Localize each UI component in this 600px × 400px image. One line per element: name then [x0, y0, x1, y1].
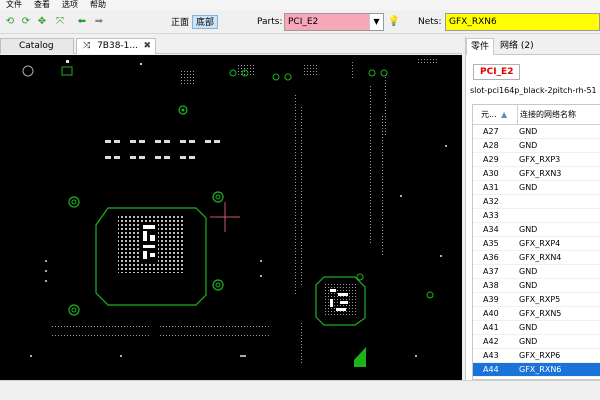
pin-cell: A44 — [483, 365, 499, 374]
parts-value: PCI_E2 — [288, 17, 319, 27]
pin-cell: A38 — [483, 281, 499, 290]
net-cell: GFX_RXN6 — [519, 365, 562, 374]
table-row[interactable]: A27 GND — [473, 125, 600, 139]
tab-catalog[interactable]: Catalog — [0, 38, 74, 54]
table-row[interactable]: A37 GND — [473, 265, 600, 279]
panel-tabs: 零件 网络 (2) — [466, 36, 600, 55]
net-cell: GFX_RXP3 — [519, 155, 561, 164]
net-cell: GFX_RXP5 — [519, 295, 561, 304]
front-button[interactable]: 正面 — [167, 15, 193, 29]
tab-board[interactable]: ⤨ 7B38-1... ✖ — [76, 38, 156, 54]
pin-cell: A36 — [483, 253, 499, 262]
close-icon[interactable]: ✖ — [143, 39, 151, 54]
bulb-icon[interactable]: 💡 — [388, 16, 400, 28]
pin-cell: A32 — [483, 197, 499, 206]
menu-file[interactable]: 文件 — [0, 0, 28, 10]
net-cell: GFX_RXN3 — [519, 169, 562, 178]
net-cell: GFX_RXN4 — [519, 253, 562, 262]
pcb-canvas[interactable] — [0, 55, 462, 380]
parts-label: Parts: — [257, 17, 283, 27]
table-row[interactable]: A35 GFX_RXP4 — [473, 237, 600, 251]
tab-catalog-label: Catalog — [19, 41, 54, 51]
pin-cell: A30 — [483, 169, 499, 178]
bottom-button[interactable]: 底部 — [192, 15, 219, 29]
pin-cell: A34 — [483, 225, 499, 234]
document-tabs: Catalog ⤨ 7B38-1... ✖ — [0, 36, 462, 54]
pin-cell: A41 — [483, 323, 499, 332]
table-row[interactable]: A41 GND — [473, 321, 600, 335]
pin-cell: A42 — [483, 337, 499, 346]
arrow-right-icon[interactable]: ➡ — [93, 16, 105, 28]
dropdown-icon[interactable]: ▼ — [369, 14, 383, 30]
pin-cell: A37 — [483, 267, 499, 276]
net-cell: GFX_RXP6 — [519, 351, 561, 360]
table-row[interactable]: A32 — [473, 195, 600, 209]
table-row[interactable]: A36 GFX_RXN4 — [473, 251, 600, 265]
net-cell: GND — [519, 281, 538, 290]
table-row[interactable]: A34 GND — [473, 223, 600, 237]
tab-parts[interactable]: 零件 — [466, 38, 495, 55]
net-cell: GND — [519, 183, 538, 192]
menu-view[interactable]: 查看 — [28, 0, 56, 10]
pin-cell: A29 — [483, 155, 499, 164]
refresh-left-icon[interactable]: ⟲ — [4, 16, 16, 28]
pin-cell: A27 — [483, 127, 499, 136]
net-cell: GND — [519, 323, 538, 332]
nets-value: GFX_RXN6 — [449, 17, 497, 27]
pins-table: 元... ▲ 连接的网络名称 A27 GND A28 GND A29 GFX_RXP3 A3… — [472, 104, 600, 380]
parts-panel: 零件 网络 (2) PCI_E2 slot-pci164p_black-2pit… — [465, 36, 600, 380]
zoom-fit-icon[interactable]: ⤧ — [54, 16, 66, 28]
table-row[interactable]: A31 GND — [473, 181, 600, 195]
sort-up-icon[interactable]: ▲ — [501, 105, 507, 125]
net-cell: GND — [519, 267, 538, 276]
status-bar — [0, 380, 600, 400]
pin-cell: A33 — [483, 211, 499, 220]
part-name-badge: PCI_E2 — [473, 64, 521, 80]
table-row[interactable]: A33 — [473, 209, 600, 223]
parts-combo[interactable]: PCI_E2 ▼ — [284, 13, 384, 31]
pin-cell: A39 — [483, 295, 499, 304]
arrow-left-icon[interactable]: ⬅ — [76, 16, 88, 28]
board-icon: ⤨ — [83, 41, 91, 51]
net-cell: GND — [519, 337, 538, 346]
table-row[interactable]: A40 GFX_RXN5 — [473, 307, 600, 321]
net-cell: GFX_RXN5 — [519, 309, 562, 318]
grid-icon[interactable]: ✥ — [36, 16, 48, 28]
refresh-right-icon[interactable]: ⟳ — [20, 16, 32, 28]
table-row[interactable]: A30 GFX_RXN3 — [473, 167, 600, 181]
tab-nets[interactable]: 网络 (2) — [496, 38, 538, 55]
col-pin-header[interactable]: 元... — [481, 105, 497, 125]
nets-label: Nets: — [418, 17, 442, 27]
pin-cell: A28 — [483, 141, 499, 150]
table-row[interactable]: A43 GFX_RXP6 — [473, 349, 600, 363]
table-header: 元... ▲ 连接的网络名称 — [473, 105, 600, 125]
pin-cell: A40 — [483, 309, 499, 318]
net-cell: GND — [519, 127, 538, 136]
footprint-label: slot-pci164p_black-2pitch-rh-51 — [470, 86, 597, 95]
table-row[interactable]: A39 GFX_RXP5 — [473, 293, 600, 307]
table-row[interactable]: A38 GND — [473, 279, 600, 293]
pin-cell: A31 — [483, 183, 499, 192]
pin-cell: A43 — [483, 351, 499, 360]
tab-board-label: 7B38-1... — [97, 41, 138, 51]
menu-options[interactable]: 选项 — [56, 0, 84, 10]
menu-help[interactable]: 帮助 — [84, 0, 112, 10]
table-row[interactable]: A28 GND — [473, 139, 600, 153]
table-row[interactable]: A29 GFX_RXP3 — [473, 153, 600, 167]
col-net-header[interactable]: 连接的网络名称 — [517, 105, 576, 125]
toolbar: ⟲ ⟳ ✥ ⤧ ⬅ ➡ 正面 底部 Parts: PCI_E2 ▼ 💡 Nets… — [0, 10, 600, 34]
menu-bar: 文件 查看 选项 帮助 — [0, 0, 600, 10]
net-cell: GFX_RXP4 — [519, 239, 561, 248]
nets-input[interactable]: GFX_RXN6 — [445, 13, 600, 31]
net-cell: GND — [519, 225, 538, 234]
table-row[interactable]: A44 GFX_RXN6 — [473, 363, 600, 377]
table-row[interactable]: A42 GND — [473, 335, 600, 349]
pcb-view — [22, 59, 447, 367]
pin-cell: A35 — [483, 239, 499, 248]
net-cell: GND — [519, 141, 538, 150]
